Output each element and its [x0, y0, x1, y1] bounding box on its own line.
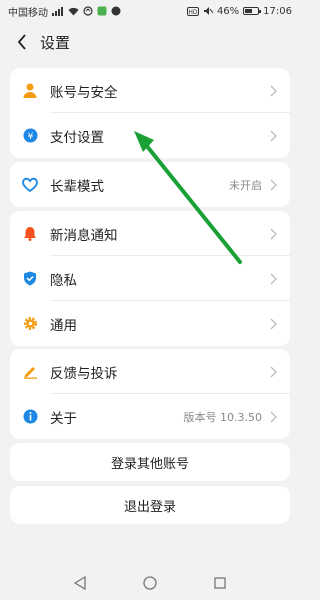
pen-icon — [22, 364, 38, 380]
system-navigation-bar — [0, 566, 300, 600]
row-general[interactable]: 通用 — [10, 301, 290, 346]
carrier-label: 中国移动 — [8, 7, 48, 19]
chevron-right-icon — [270, 273, 278, 285]
square-recents-icon — [214, 577, 226, 589]
elder-mode-card: 长辈模式 未开启 — [10, 162, 290, 207]
row-label: 反馈与投诉 — [50, 365, 118, 382]
chevron-right-icon — [270, 411, 278, 423]
login-other-account-button[interactable]: 登录其他账号 — [10, 443, 290, 481]
row-about[interactable]: 关于 版本号 10.3.50 — [10, 394, 290, 439]
elder-mode-status: 未开启 — [229, 178, 262, 192]
chevron-left-icon — [17, 34, 26, 50]
battery-percent: 46% — [216, 5, 240, 17]
row-account-security[interactable]: 账号与安全 — [10, 68, 290, 113]
signal-icon — [52, 6, 64, 16]
back-button[interactable] — [12, 32, 32, 52]
clock: 17:06 — [263, 5, 292, 17]
row-label: 支付设置 — [50, 129, 104, 146]
row-privacy[interactable]: 隐私 — [10, 256, 290, 301]
version-label: 版本号 10.3.50 — [183, 410, 262, 424]
info-icon — [22, 409, 38, 425]
shield-icon — [22, 271, 38, 287]
status-bar: 中国移动 HD 46% 17:06 — [0, 0, 300, 22]
notification-icon — [83, 6, 93, 16]
heart-icon — [22, 177, 38, 193]
circle-home-icon — [143, 576, 157, 590]
chat-icon — [111, 6, 121, 16]
general-card: 新消息通知 隐私 通用 — [10, 211, 290, 346]
row-label: 隐私 — [50, 272, 77, 289]
row-label: 新消息通知 — [50, 227, 118, 244]
nav-home-button[interactable] — [140, 573, 160, 593]
chevron-right-icon — [270, 366, 278, 378]
chevron-right-icon — [270, 318, 278, 330]
nav-back-button[interactable] — [70, 573, 90, 593]
gear-icon — [22, 316, 38, 332]
page-title: 设置 — [40, 33, 71, 52]
chevron-right-icon — [270, 85, 278, 97]
bell-icon — [22, 226, 38, 242]
yen-icon: ¥ — [22, 128, 38, 144]
nav-recents-button[interactable] — [210, 573, 230, 593]
row-feedback[interactable]: 反馈与投诉 — [10, 349, 290, 394]
row-payment-settings[interactable]: ¥ 支付设置 — [10, 113, 290, 158]
row-label: 账号与安全 — [50, 84, 118, 101]
about-card: 反馈与投诉 关于 版本号 10.3.50 — [10, 349, 290, 439]
row-elder-mode[interactable]: 长辈模式 未开启 — [10, 162, 290, 207]
app-icon — [97, 6, 107, 16]
row-label: 关于 — [50, 410, 77, 427]
user-icon — [22, 83, 38, 99]
chevron-right-icon — [270, 228, 278, 240]
battery-icon — [243, 7, 262, 15]
triangle-back-icon — [74, 576, 86, 590]
svg-text:¥: ¥ — [27, 132, 33, 142]
chevron-right-icon — [270, 130, 278, 142]
hd-icon: HD — [186, 6, 199, 16]
logout-button[interactable]: 退出登录 — [10, 486, 290, 524]
svg-text:HD: HD — [188, 9, 198, 16]
account-card: 账号与安全 ¥ 支付设置 — [10, 68, 290, 158]
header: 设置 — [0, 26, 300, 58]
mute-icon — [203, 6, 213, 16]
chevron-right-icon — [270, 179, 278, 191]
row-label: 长辈模式 — [50, 178, 104, 195]
row-label: 通用 — [50, 317, 77, 334]
row-notifications[interactable]: 新消息通知 — [10, 211, 290, 256]
wifi-icon — [68, 7, 79, 16]
